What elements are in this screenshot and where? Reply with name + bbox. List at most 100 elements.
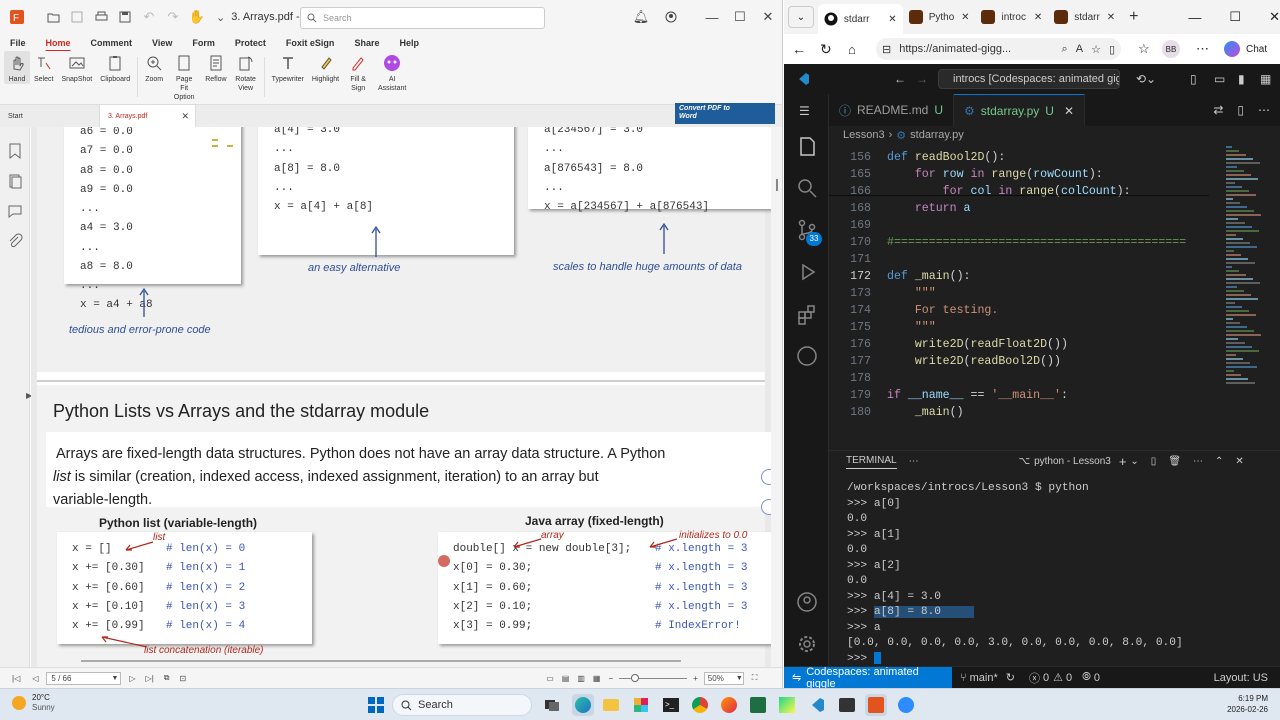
search-icon[interactable]	[795, 176, 819, 200]
zoom-app-icon[interactable]	[895, 694, 917, 716]
accounts-icon[interactable]	[795, 590, 819, 614]
start-icon[interactable]	[365, 694, 387, 716]
clipboard-button[interactable]: Clipboard	[96, 51, 134, 84]
open-icon[interactable]	[42, 6, 64, 28]
code-line[interactable]: 169	[829, 217, 1209, 234]
code-line[interactable]: 171	[829, 251, 1209, 268]
close-button[interactable]: ✕	[753, 0, 782, 34]
page-tool-assistant-icon[interactable]	[761, 469, 771, 485]
select-button[interactable]: Select	[30, 51, 57, 84]
close-tab-icon[interactable]: ✕	[961, 12, 969, 23]
code-editor[interactable]: 156 def readBool2D(): 165 for row in range…	[829, 144, 1209, 424]
app-icon[interactable]	[836, 694, 858, 716]
tab-readme[interactable]: ⓘ README.md U	[829, 94, 955, 126]
vscode-app-icon[interactable]	[806, 694, 828, 716]
browser-tab-python[interactable]: Pytho ✕	[903, 4, 976, 30]
vertical-scrollbar[interactable]	[771, 127, 782, 667]
system-clock[interactable]: 6:19 PM 2026-02-26	[1227, 693, 1268, 715]
taskbar-search[interactable]: Search	[392, 694, 532, 716]
maximize-button[interactable]: ☐	[1229, 9, 1241, 25]
last-page-icon[interactable]: ▷|	[146, 674, 154, 683]
search-page-icon[interactable]: ⌕	[1062, 43, 1068, 56]
code-line[interactable]: 175 """	[829, 319, 1209, 336]
ports-count[interactable]: 0	[1094, 672, 1100, 684]
breadcrumb-file[interactable]: stdarray.py	[910, 129, 964, 141]
menu-esign[interactable]: Foxit eSign	[276, 38, 345, 48]
bookmark-icon[interactable]	[7, 143, 23, 159]
save-disk-icon[interactable]	[114, 6, 136, 28]
view-single-icon[interactable]: ▭	[546, 674, 554, 683]
minimize-button[interactable]: —	[697, 0, 727, 34]
close-tab-icon[interactable]: ✕	[1107, 12, 1115, 23]
breadcrumb-folder[interactable]: Lesson3	[843, 129, 885, 141]
copy-page-icon[interactable]: ⧉	[164, 673, 170, 683]
hand-tool-icon[interactable]: ✋	[186, 6, 208, 28]
tab-start[interactable]: Start	[0, 105, 100, 127]
close-panel-icon[interactable]: ✕	[1235, 456, 1243, 467]
redo-icon[interactable]: ↷	[162, 6, 184, 28]
menu-icon[interactable]: ☰	[799, 104, 810, 118]
close-button[interactable]: ✕	[1269, 9, 1280, 25]
copilot-menu-icon[interactable]: ⟲⌄	[1136, 72, 1156, 86]
code-line[interactable]: 168 return a	[829, 200, 1209, 217]
warnings-count[interactable]: 0	[1066, 672, 1072, 684]
file-explorer-icon[interactable]	[600, 694, 622, 716]
toggle-panel-icon[interactable]: ▭	[1214, 72, 1225, 86]
code-line[interactable]: 172 def _main():	[829, 268, 1209, 285]
fullscreen-icon[interactable]: ⛶	[752, 673, 758, 683]
menu-home[interactable]: Home	[36, 38, 81, 48]
minimize-button[interactable]: —	[1188, 10, 1201, 25]
terminal-name[interactable]: python - Lesson3	[1034, 456, 1111, 467]
horizontal-scrollbar[interactable]	[81, 660, 681, 662]
close-tab-icon[interactable]: ✕	[1034, 12, 1042, 23]
code-line[interactable]: 179 if __name__ == '__main__':	[829, 387, 1209, 404]
browser-tab-stdarray[interactable]: stdarr ✕	[817, 4, 903, 34]
branch-label[interactable]: main*	[970, 672, 998, 684]
code-line[interactable]: 176 write2D(readFloat2D())	[829, 336, 1209, 353]
refresh-icon[interactable]: ↻	[820, 41, 832, 58]
command-center[interactable]: introcs [Codespaces: animated giggl	[938, 69, 1120, 89]
zoom-level-select[interactable]: 50% ▼	[703, 671, 744, 685]
prev-page-icon[interactable]: ◁	[32, 674, 38, 683]
close-tab-icon[interactable]: ✕	[181, 111, 189, 122]
undo-icon[interactable]: ↶	[138, 6, 160, 28]
browser-tab-stdarr2[interactable]: stdarr ✕	[1048, 4, 1121, 30]
comments-icon[interactable]	[7, 203, 23, 219]
copilot-icon[interactable]	[1224, 41, 1240, 57]
task-view-icon[interactable]	[541, 694, 563, 716]
menu-help[interactable]: Help	[389, 38, 429, 48]
maximize-panel-icon[interactable]: ⌃	[1215, 456, 1223, 467]
customize-layout-icon[interactable]: ▦	[1260, 72, 1271, 86]
split-terminal-icon[interactable]: ▯	[1151, 456, 1157, 467]
code-line[interactable]: 178	[829, 370, 1209, 387]
read-aloud-icon[interactable]: A	[1076, 43, 1083, 55]
back-icon[interactable]: ←	[792, 41, 806, 57]
page-fit-button[interactable]: Page Fit Option	[167, 51, 201, 102]
code-line[interactable]: 174 For testing.	[829, 302, 1209, 319]
panel-overflow-icon[interactable]: ⋯	[1193, 456, 1203, 467]
settings-gear-icon[interactable]	[795, 632, 819, 656]
highlight-button[interactable]: Highlight	[308, 51, 343, 84]
code-line[interactable]: 173 """	[829, 285, 1209, 302]
reflow-button[interactable]: Reflow	[201, 51, 230, 84]
terminal-dropdown-icon[interactable]: ⌄	[1130, 456, 1138, 467]
page-number-input[interactable]: 5 / 66 ▼	[46, 671, 122, 685]
view-cover-icon[interactable]: ▦	[593, 674, 601, 683]
first-page-icon[interactable]: |◁	[12, 674, 20, 683]
snapshot-button[interactable]: SnapShot	[57, 51, 96, 84]
tab-actions-icon[interactable]: ⌄	[788, 6, 814, 28]
code-line[interactable]: 180 _main()	[829, 404, 1209, 421]
github-icon[interactable]	[795, 344, 819, 368]
search-box[interactable]: Search	[300, 7, 545, 29]
chat-label[interactable]: Chat	[1246, 44, 1267, 55]
sync-icon[interactable]: ↻	[1006, 671, 1015, 684]
weather-widget[interactable]: 20°C Sunny	[12, 693, 55, 713]
nav-back-icon[interactable]: ←	[894, 72, 906, 86]
tab-stdarray[interactable]: ⚙︎ stdarray.py U ✕	[954, 94, 1085, 126]
page-tool-ai-icon[interactable]	[761, 499, 771, 515]
more-icon[interactable]: ⋯	[1196, 41, 1209, 57]
terminal-tab[interactable]: TERMINAL	[846, 455, 897, 469]
menu-share[interactable]: Share	[344, 38, 389, 48]
convert-to-word-banner[interactable]: Convert PDF to Word	[675, 103, 775, 124]
close-tab-icon[interactable]: ✕	[1064, 104, 1074, 118]
